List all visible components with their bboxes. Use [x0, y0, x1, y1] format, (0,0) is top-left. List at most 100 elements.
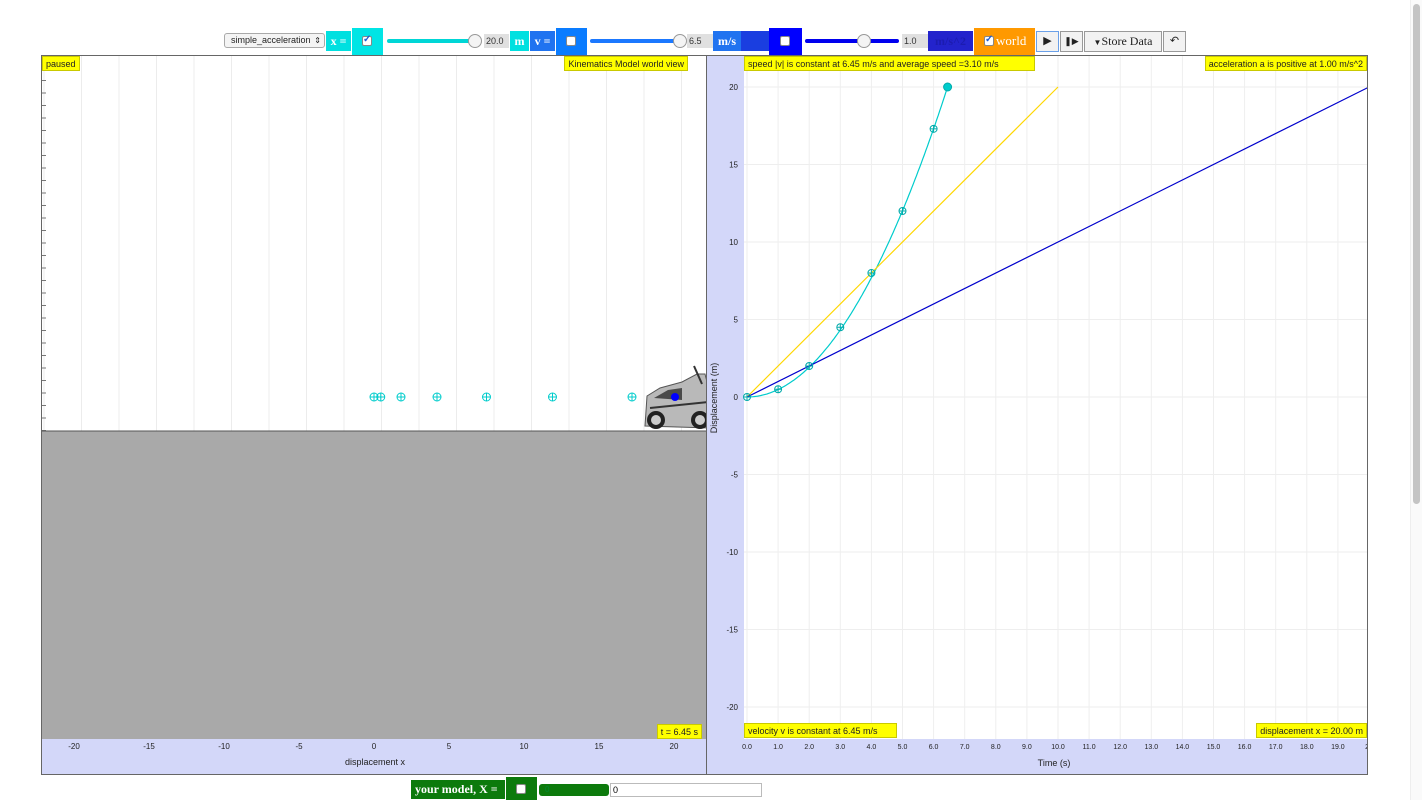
your-model-label: your model, X =	[411, 780, 505, 799]
your-model-input[interactable]: 0	[610, 783, 762, 797]
graph-y-tick-label: 10	[729, 238, 738, 247]
reset-button[interactable]: ↶	[1163, 31, 1186, 52]
your-model-checkbox-box	[506, 777, 537, 800]
graph-x-label: Time (s)	[1038, 758, 1071, 768]
graph-x-tick-label: 5.0	[898, 744, 908, 751]
current-point-marker	[943, 82, 953, 92]
graph-x-tick-label: 11.0	[1083, 744, 1096, 751]
world-toggle[interactable]: world	[974, 28, 1035, 55]
reset-icon: ↶	[1169, 35, 1180, 47]
graph-x-tick-label: 12.0	[1113, 744, 1127, 751]
world-x-tick-label: 10	[520, 742, 529, 751]
graph-x-tick-label: 1.0	[773, 744, 783, 751]
graph-x-ticks: 0.0 1.0 2.0 3.0 4.0 5.0 6.0 7.0 8.0 9.0 10.0 11.0 12…	[742, 744, 1368, 751]
v-unit-accent	[741, 31, 769, 51]
graph-x-tick-label: 13.0	[1144, 744, 1158, 751]
world-x-tick-label: -5	[295, 742, 303, 751]
world-x-label: displacement x	[344, 757, 406, 767]
a-slider-thumb[interactable]	[857, 34, 871, 48]
v-checkbox-box	[556, 28, 587, 55]
world-x-tick-label: -15	[143, 742, 155, 751]
x-value[interactable]: 20.0	[484, 34, 509, 48]
graph-y-tick-label: 0	[734, 393, 739, 402]
world-x-tick-label: 15	[595, 742, 604, 751]
your-model-label-text: your model, X =	[415, 782, 498, 796]
a-checkbox-box	[769, 28, 802, 55]
graph-x-tick-label: 14.0	[1176, 744, 1190, 751]
x-checkbox[interactable]	[362, 34, 372, 46]
graph-y-label: Displacement (m)	[709, 363, 719, 434]
world-view-title: Kinematics Model world view	[564, 56, 688, 71]
world-markers	[369, 392, 637, 402]
page-scrollbar-thumb[interactable]	[1413, 4, 1420, 504]
graph-x-tick-label: 19.0	[1331, 744, 1345, 751]
car-icon	[644, 365, 706, 429]
x-slider[interactable]	[384, 29, 484, 53]
time-readout: t = 6.45 s	[656, 724, 702, 739]
graph-x-tick-label: 0.0	[742, 744, 752, 751]
graph-x-tick-label: 2.0	[804, 744, 814, 751]
x-checkbox-box	[352, 28, 383, 55]
world-x-tick-label: -20	[68, 742, 80, 751]
world-x-tick-label: 5	[447, 742, 452, 751]
model-select-value: simple_acceleration	[231, 35, 311, 45]
v-label: v =	[530, 31, 555, 51]
a-value[interactable]: 1.0	[902, 34, 928, 48]
v-checkbox[interactable]	[566, 36, 576, 46]
model-select[interactable]: simple_acceleration ⇕	[224, 33, 325, 48]
graph-x-tick-label: 17.0	[1269, 744, 1283, 751]
graph-x-tick-label: 3.0	[835, 744, 845, 751]
world-label: world	[996, 33, 1027, 48]
acceleration-note: acceleration a is positive at 1.00 m/s^2	[1204, 56, 1367, 71]
graph-x-tick-label: 16.0	[1238, 744, 1252, 751]
a-slider[interactable]	[802, 29, 902, 53]
a-checkbox[interactable]	[780, 36, 790, 46]
v-slider-thumb[interactable]	[673, 34, 687, 48]
kinematics-app: simple_acceleration ⇕ x = 20.0 m v = 6.5…	[0, 0, 1422, 800]
v-unit: m/s	[713, 31, 741, 51]
play-button[interactable]: ▶	[1036, 31, 1059, 52]
graph-grid	[744, 56, 1367, 739]
store-data-label: Store Data	[1101, 34, 1153, 48]
displacement-note: displacement x = 20.00 m	[1256, 723, 1367, 738]
ground	[42, 431, 706, 739]
graph-panel: 20 15 10 5 0 -5 -10 -15 -20 0.0 1.0 2.0 3.0 4.0 5.0 6.…	[706, 55, 1368, 775]
speed-note: speed |v| is constant at 6.45 m/s and av…	[744, 56, 1035, 71]
graph-y-tick-label: -10	[726, 548, 738, 557]
graph-x-tick-label: 8.0	[991, 744, 1001, 751]
your-model-slider-value: 0	[545, 785, 550, 794]
your-model-slider[interactable]: 0	[539, 784, 609, 796]
graph-y-tick-label: 15	[729, 161, 738, 170]
velocity-note: velocity v is constant at 6.45 m/s	[744, 723, 897, 738]
select-arrows-icon: ⇕	[314, 36, 321, 45]
a-unit: m/s^2	[928, 31, 973, 51]
v-slider[interactable]	[587, 29, 687, 53]
graph-y-tick-label: 20	[729, 83, 738, 92]
x-unit: m	[510, 31, 529, 51]
store-data-button[interactable]: ▼Store Data	[1084, 31, 1162, 52]
graph-x-tick-label: 10.0	[1051, 744, 1065, 751]
graph-y-tick-label: -15	[726, 626, 738, 635]
graph-x-tick-label: 9.0	[1022, 744, 1032, 751]
play-icon: ▶	[1043, 35, 1052, 47]
world-x-tick-label: -10	[218, 742, 230, 751]
world-x-tick-label: 20	[670, 742, 679, 751]
your-model-input-value: 0	[613, 785, 619, 795]
displacement-time-chart: 20 15 10 5 0 -5 -10 -15 -20 0.0 1.0 2.0 3.0 4.0 5.0 6.…	[707, 56, 1368, 774]
world-checkbox[interactable]	[984, 34, 994, 46]
graph-x-tick-label: 7.0	[960, 744, 970, 751]
step-button[interactable]: ❚▶	[1060, 31, 1083, 52]
your-model-checkbox[interactable]	[516, 784, 526, 794]
v-value[interactable]: 6.5	[687, 34, 713, 48]
graph-x-tick-label: 20	[1365, 744, 1368, 751]
graph-x-tick-label: 4.0	[867, 744, 877, 751]
graph-x-tick-label: 18.0	[1300, 744, 1314, 751]
x-slider-thumb[interactable]	[468, 34, 482, 48]
graph-x-tick-label: 15.0	[1207, 744, 1221, 751]
car-position-dot	[671, 393, 679, 401]
graph-y-tick-label: -5	[731, 471, 739, 480]
world-view-panel: -20 -15 -10 -5 0 5 10 15 20 paused Kinematics Mo…	[41, 55, 707, 775]
page-scrollbar[interactable]	[1410, 0, 1422, 800]
status-badge: paused	[42, 56, 80, 71]
world-x-tick-label: 0	[372, 742, 377, 751]
